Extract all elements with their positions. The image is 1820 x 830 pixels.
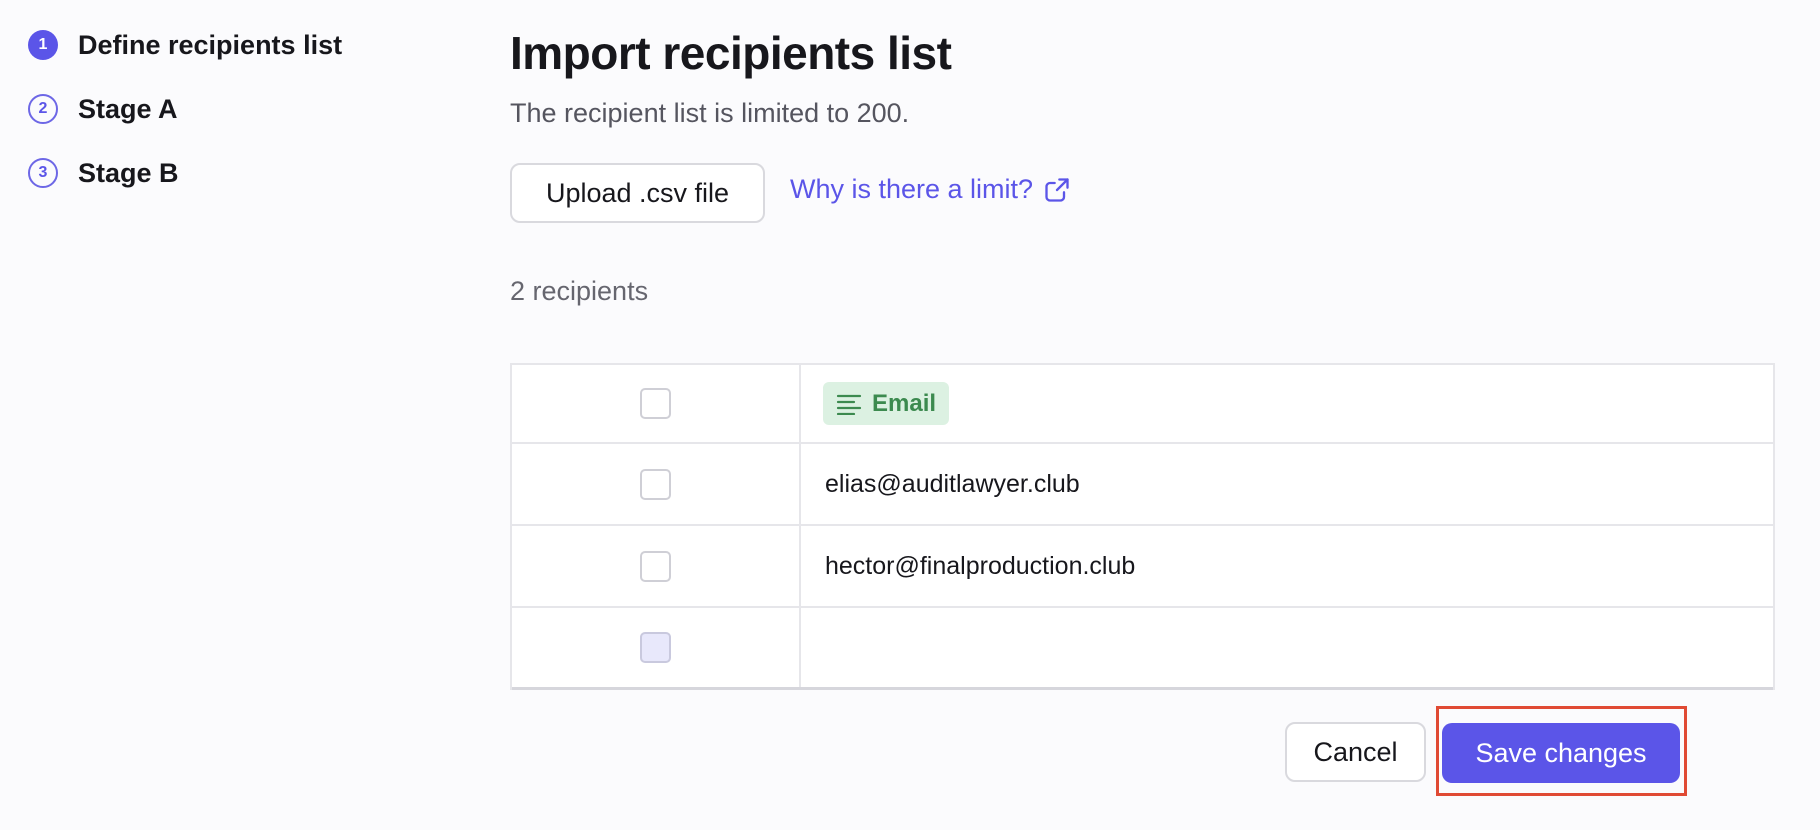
recipients-count: 2 recipients bbox=[510, 276, 649, 306]
external-link-icon bbox=[1045, 177, 1069, 202]
table-header-row: Email bbox=[512, 365, 1773, 444]
row-check-cell bbox=[512, 444, 801, 524]
stepper: 1 Define recipients list 2 Stage A 3 Sta… bbox=[28, 26, 342, 218]
cancel-button[interactable]: Cancel bbox=[1285, 722, 1426, 782]
step-label: Stage A bbox=[78, 93, 178, 124]
recipients-table: Email elias@auditlawyer.club hector@fina… bbox=[510, 363, 1775, 690]
upload-csv-button[interactable]: Upload .csv file bbox=[510, 163, 765, 223]
page-subtitle: The recipient list is limited to 200. bbox=[510, 98, 910, 128]
row-checkbox[interactable] bbox=[640, 550, 671, 582]
email-column-label: Email bbox=[872, 389, 937, 417]
import-recipients-page: 1 Define recipients list 2 Stage A 3 Sta… bbox=[0, 0, 1820, 830]
email-cell[interactable]: hector@finalproduction.club bbox=[801, 526, 1773, 606]
why-limit-link-label: Why is there a limit? bbox=[790, 174, 1034, 204]
table-row: hector@finalproduction.club bbox=[512, 526, 1773, 608]
header-email-cell: Email bbox=[801, 365, 1773, 442]
new-row-checkbox[interactable] bbox=[640, 632, 671, 663]
step-stage-b[interactable]: 3 Stage B bbox=[28, 154, 342, 192]
table-row-new bbox=[512, 608, 1773, 690]
step-define-recipients[interactable]: 1 Define recipients list bbox=[28, 26, 342, 64]
step-number-badge: 2 bbox=[28, 94, 58, 124]
row-check-cell bbox=[512, 608, 801, 687]
email-cell[interactable]: elias@auditlawyer.club bbox=[801, 444, 1773, 524]
page-title: Import recipients list bbox=[510, 27, 952, 79]
step-label: Define recipients list bbox=[78, 29, 343, 60]
step-stage-a[interactable]: 2 Stage A bbox=[28, 90, 342, 128]
why-limit-link[interactable]: Why is there a limit? bbox=[790, 174, 1071, 205]
select-all-checkbox[interactable] bbox=[640, 388, 671, 419]
new-email-cell[interactable] bbox=[801, 608, 1773, 687]
row-check-cell bbox=[512, 526, 801, 606]
step-number-badge: 1 bbox=[28, 30, 58, 60]
save-changes-button[interactable]: Save changes bbox=[1442, 723, 1680, 783]
step-number-badge: 3 bbox=[28, 158, 58, 188]
row-checkbox[interactable] bbox=[640, 468, 671, 500]
email-column-tag[interactable]: Email bbox=[823, 382, 950, 425]
header-check-cell bbox=[512, 365, 801, 442]
step-label: Stage B bbox=[78, 157, 179, 188]
text-lines-icon bbox=[836, 394, 862, 415]
table-row: elias@auditlawyer.club bbox=[512, 444, 1773, 526]
